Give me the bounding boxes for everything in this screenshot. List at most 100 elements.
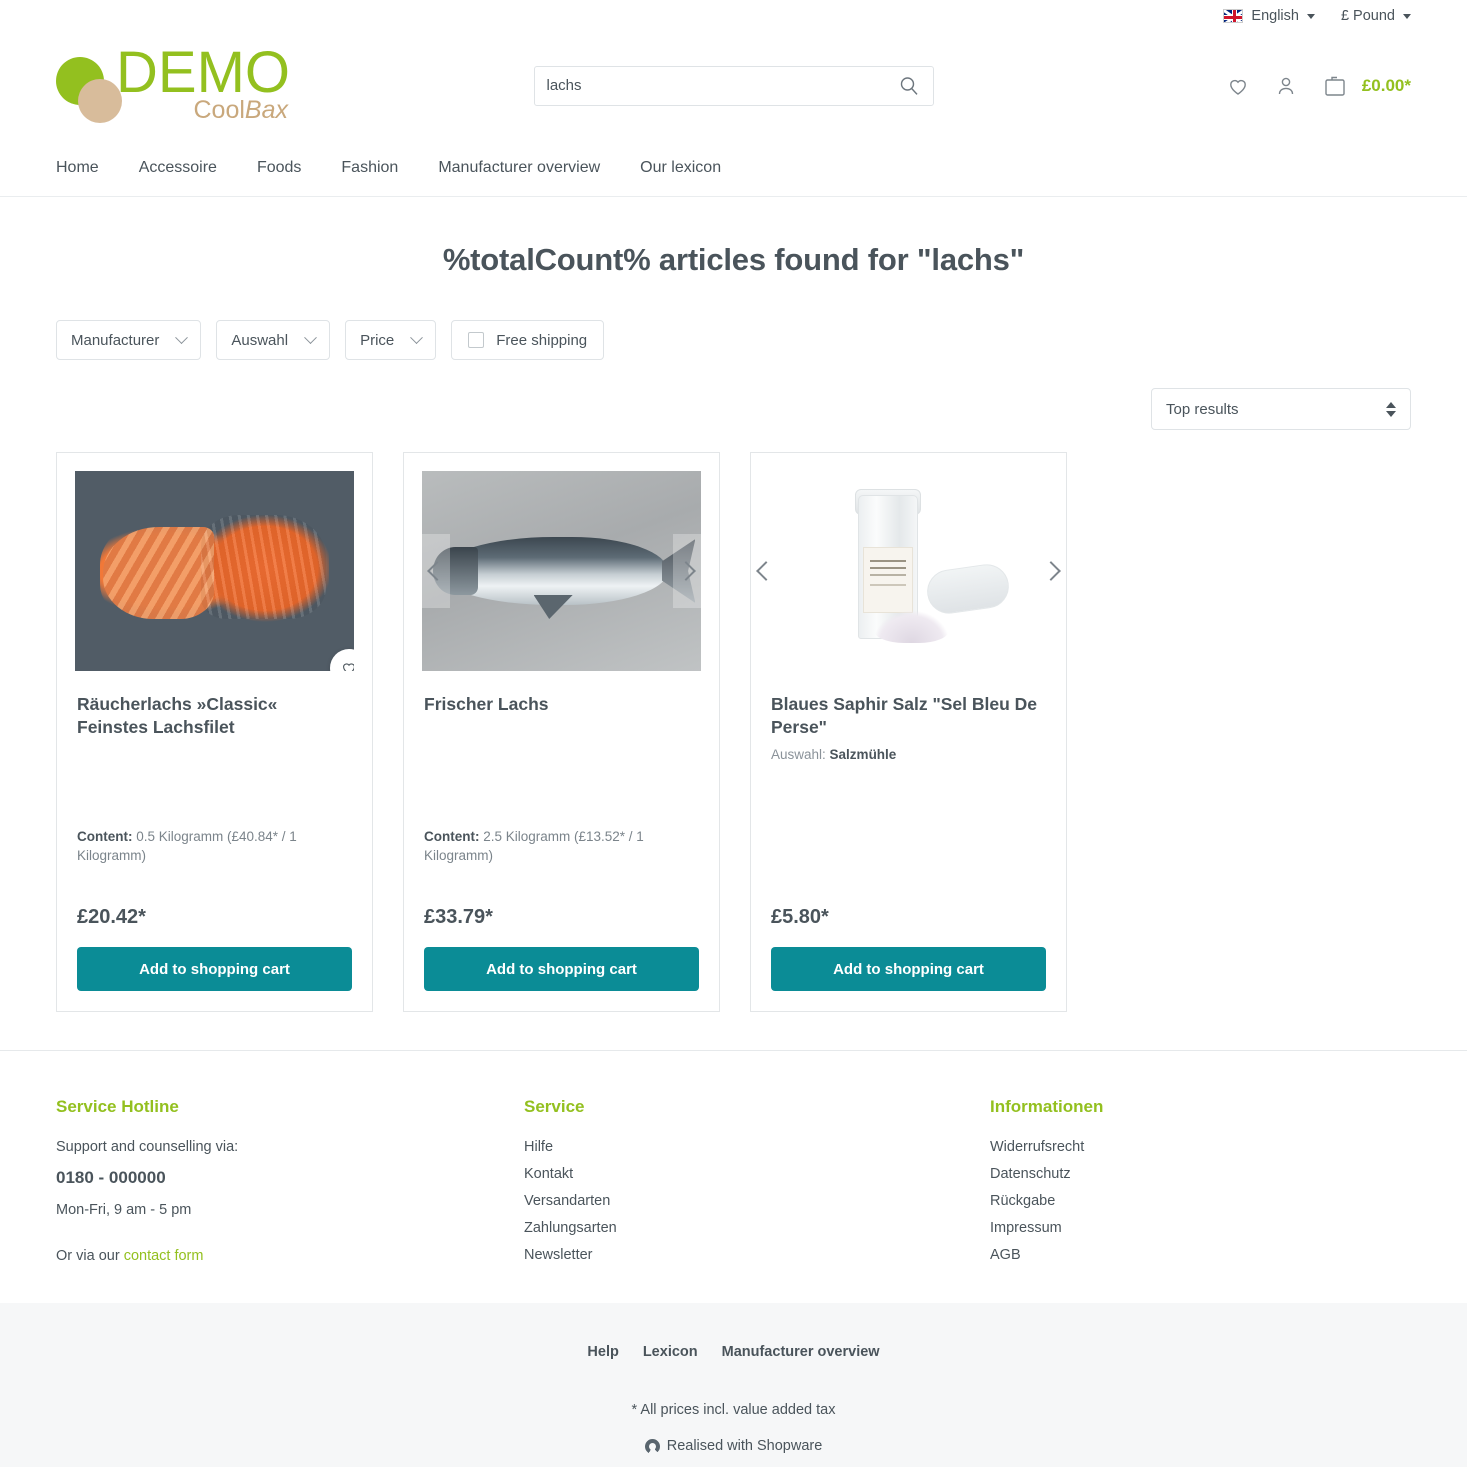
uk-flag-icon [1223,9,1244,23]
nav-item-foods[interactable]: Foods [257,159,301,177]
add-to-cart-button[interactable]: Add to shopping cart [771,947,1046,991]
bottom-link-help[interactable]: Help [587,1344,618,1360]
currency-selector[interactable]: £ Pound [1341,8,1411,24]
product-card[interactable]: Räucherlachs »Classic« Feinstes Lachsfil… [56,452,373,1012]
footer-link-datenschutz[interactable]: Datenschutz [990,1166,1411,1182]
filter-auswahl-label: Auswahl [231,331,289,349]
product-grid: Räucherlachs »Classic« Feinstes Lachsfil… [56,452,1411,1012]
nav-item-home[interactable]: Home [56,159,99,177]
filter-auswahl[interactable]: Auswahl [216,320,331,360]
filter-free-shipping[interactable]: Free shipping [451,320,605,360]
page-title: %totalCount% articles found for "lachs" [442,242,1025,277]
bottom-link-manufacturer-overview[interactable]: Manufacturer overview [722,1344,880,1360]
vat-note: * All prices incl. value added tax [631,1402,836,1418]
nav-item-manufacturer-overview[interactable]: Manufacturer overview [438,159,600,177]
search-box[interactable] [533,65,934,106]
chevron-left-icon [427,561,447,581]
product-variant: Auswahl: Salzmühle [771,747,1046,762]
product-image-salt-mill [751,471,1066,671]
product-content: Content: 0.5 Kilogramm (£40.84* / 1 Kilo… [77,828,352,866]
footer-link-zahlungsarten[interactable]: Zahlungsarten [524,1220,990,1236]
footer-link-newsletter[interactable]: Newsletter [524,1247,990,1263]
product-image-box[interactable] [422,471,701,671]
add-to-cart-button[interactable]: Add to shopping cart [77,947,352,991]
contact-form-link[interactable]: contact form [124,1248,204,1264]
chevron-down-icon [1403,13,1411,19]
sort-arrows-icon [1386,401,1396,417]
main-navigation: Home Accessoire Foods Fashion Manufactur… [0,139,1467,197]
product-name[interactable]: Räucherlachs »Classic« Feinstes Lachsfil… [77,693,352,739]
product-image-box[interactable] [751,471,1066,671]
sort-select[interactable]: Top results [1151,388,1411,430]
account-button[interactable] [1274,74,1298,98]
product-card[interactable]: Frischer Lachs Content: 2.5 Kilogramm (£… [403,452,720,1012]
footer-link-rueckgabe[interactable]: Rückgabe [990,1193,1411,1209]
chevron-right-icon [676,561,696,581]
filter-manufacturer[interactable]: Manufacturer [56,320,202,360]
product-content-label: Content: [424,829,480,845]
logo-main-text: DEMO [116,40,290,105]
slider-next-button[interactable] [1040,551,1062,591]
logo[interactable]: DEMO CoolBax [56,40,304,126]
cart-button[interactable] [1322,73,1348,99]
search-input[interactable] [546,77,897,94]
user-icon [1278,77,1294,94]
footer-link-hilfe[interactable]: Hilfe [524,1139,990,1155]
product-content-label: Content: [77,829,133,845]
search-area [304,65,1163,106]
bag-icon [1325,76,1345,96]
search-button[interactable] [897,76,921,96]
slider-prev-button[interactable] [755,551,777,591]
product-name[interactable]: Frischer Lachs [424,693,699,739]
product-price: £33.79* [424,906,493,928]
bottom-link-lexicon[interactable]: Lexicon [643,1344,698,1360]
footer-phone: 0180 - 000000 [56,1168,166,1187]
product-image-box[interactable] [75,471,354,671]
product-image-smoked-salmon [75,471,354,671]
top-bar: English £ Pound [0,0,1467,32]
sorting-row: Top results [56,388,1411,430]
footer-link-versandarten[interactable]: Versandarten [524,1193,990,1209]
shopware-logo-icon [644,1438,660,1454]
filter-manufacturer-label: Manufacturer [71,331,160,349]
product-variant-label: Auswahl: [771,747,826,763]
bottom-nav: Help Lexicon Manufacturer overview [587,1344,879,1360]
chevron-down-icon [1306,13,1315,19]
chevron-right-icon [1041,561,1061,581]
slider-next-button[interactable] [675,551,697,591]
chevron-down-icon [175,330,189,344]
heart-icon [1229,79,1246,95]
site-footer: Service Hotline Support and counselling … [0,1051,1467,1277]
chevron-down-icon [410,330,424,344]
footer-hours: Mon-Fri, 9 am - 5 pm [56,1202,192,1218]
nav-item-our-lexicon[interactable]: Our lexicon [640,159,721,177]
filter-price-label: Price [360,331,395,349]
product-variant-value: Salzmühle [829,747,897,763]
footer-link-agb[interactable]: AGB [990,1247,1411,1263]
product-content: Content: 2.5 Kilogramm (£13.52* / 1 Kilo… [424,828,699,866]
product-price: £20.42* [77,906,146,928]
currency-label: £ Pound [1340,8,1395,24]
site-header: DEMO CoolBax lachs £0.00* [0,32,1467,139]
free-shipping-checkbox[interactable] [468,332,485,348]
cart-total[interactable]: £0.00* [1362,76,1411,96]
footer-col-service: Service Hilfe Kontakt Versandarten Zahlu… [524,1097,990,1277]
free-shipping-label: Free shipping [496,331,588,349]
filter-price[interactable]: Price [345,320,437,360]
page-root: English £ Pound DEMO CoolBax lachs £0.00… [0,0,1467,1467]
wishlist-button[interactable] [1226,74,1250,98]
footer-link-kontakt[interactable]: Kontakt [524,1166,990,1182]
footer-heading-service: Service [524,1097,585,1116]
product-card[interactable]: Blaues Saphir Salz "Sel Bleu De Perse" A… [750,452,1067,1012]
sort-select-value: Top results [1166,400,1239,418]
product-name[interactable]: Blaues Saphir Salz "Sel Bleu De Perse" [771,693,1046,739]
add-to-cart-button[interactable]: Add to shopping cart [424,947,699,991]
footer-heading-service-hotline: Service Hotline [56,1097,179,1116]
nav-item-accessoire[interactable]: Accessoire [139,159,217,177]
shopware-credit: Realised with Shopware [644,1438,822,1454]
footer-link-widerrufsrecht[interactable]: Widerrufsrecht [990,1139,1411,1155]
language-selector[interactable]: English [1223,8,1315,24]
slider-prev-button[interactable] [426,551,448,591]
nav-item-fashion[interactable]: Fashion [341,159,398,177]
footer-link-impressum[interactable]: Impressum [990,1220,1411,1236]
